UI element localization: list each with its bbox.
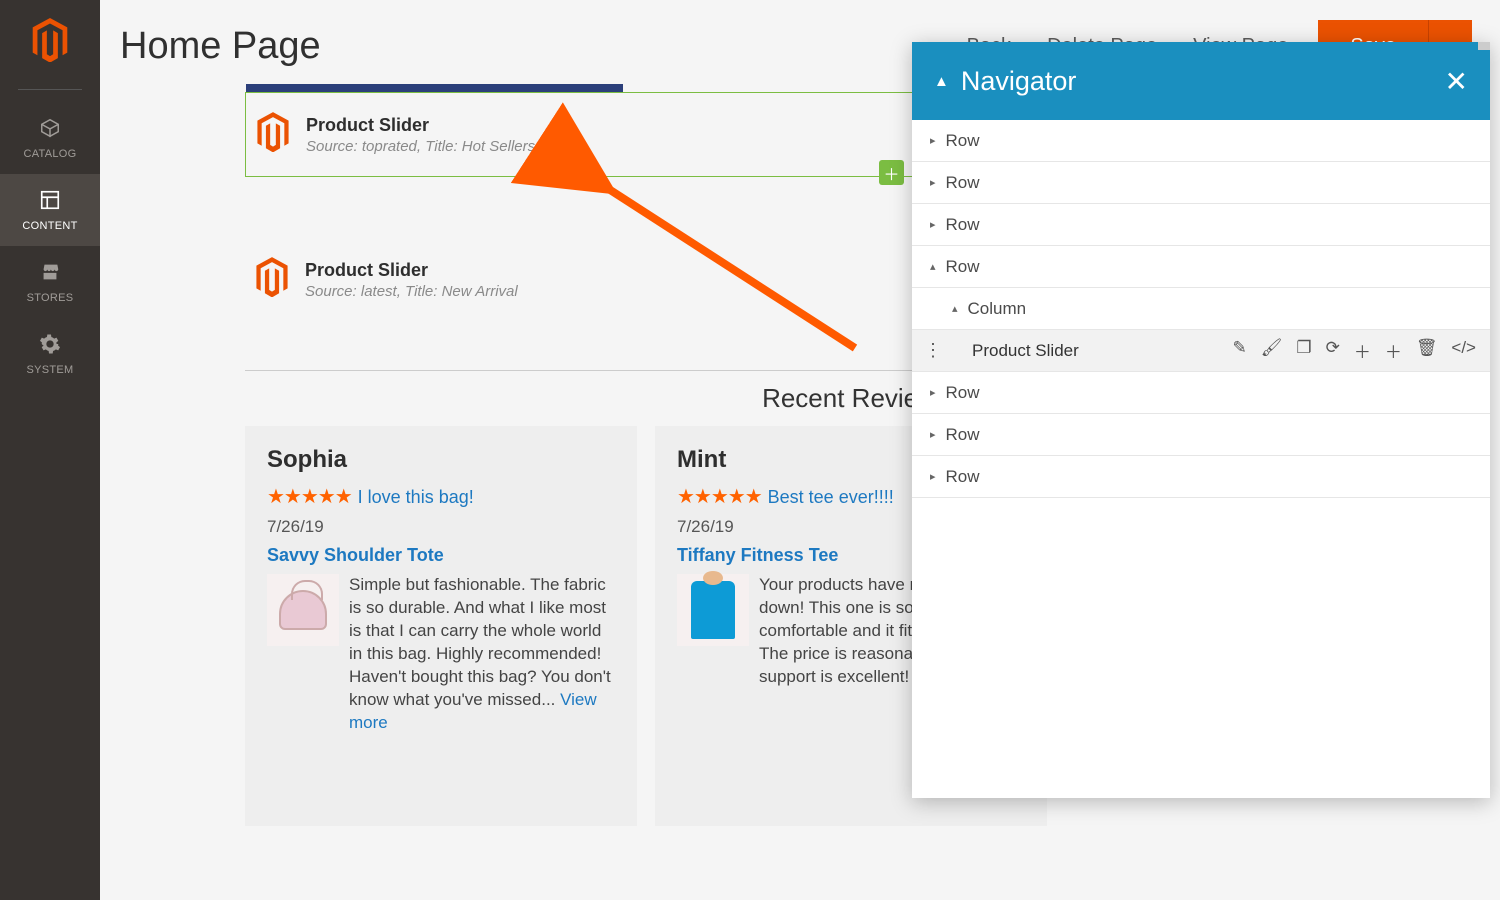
product-thumbnail: [677, 574, 749, 646]
tshirt-icon: [691, 581, 735, 639]
code-icon[interactable]: </>: [1451, 338, 1476, 363]
block-subtitle: Source: toprated, Title: Hot Sellers: [306, 138, 535, 155]
navigator-header[interactable]: ▲ Navigator ✕: [912, 42, 1490, 120]
add-before-icon[interactable]: ＋: [1354, 338, 1371, 363]
tree-row-label: Column: [968, 299, 1027, 319]
block-title: Product Slider: [305, 260, 518, 281]
duplicate-icon[interactable]: ❐: [1296, 338, 1311, 363]
product-thumbnail: [267, 574, 339, 646]
sidebar-item-system[interactable]: SYSTEM: [0, 318, 100, 390]
add-block-button[interactable]: ＋: [879, 160, 904, 185]
collapse-icon[interactable]: ▲: [934, 73, 949, 90]
sidebar-item-stores[interactable]: STORES: [0, 246, 100, 318]
tree-row-row[interactable]: ▸ Row: [912, 162, 1490, 204]
navigator-panel: ▲ Navigator ✕ ▸ Row ▸ Row ▸ Row ▴ Row ▴ Column ⋮ Pr…: [912, 42, 1490, 798]
tree-row-row[interactable]: ▸ Row: [912, 204, 1490, 246]
sidebar-label: STORES: [27, 292, 74, 304]
tree-row-label: Row: [946, 173, 980, 193]
block-title: Product Slider: [306, 115, 535, 136]
caret-icon[interactable]: ▸: [930, 428, 936, 441]
tree-row-label: Product Slider: [972, 341, 1079, 361]
refresh-icon[interactable]: ⟳: [1326, 338, 1340, 363]
caret-icon[interactable]: ▸: [930, 134, 936, 147]
sidebar-label: CATALOG: [23, 148, 76, 160]
block-subtitle: Source: latest, Title: New Arrival: [305, 283, 518, 300]
sidebar-divider: [18, 89, 82, 90]
brush-icon[interactable]: 🖌: [1261, 338, 1283, 363]
close-icon[interactable]: ✕: [1445, 65, 1468, 98]
tree-row-label: Row: [946, 257, 980, 277]
review-card: Sophia ★★★★★ I love this bag! 7/26/19 Sav…: [245, 426, 637, 826]
magento-logo-icon: [31, 18, 69, 67]
tree-row-label: Row: [946, 131, 980, 151]
review-product-link[interactable]: Savvy Shoulder Tote: [267, 545, 615, 566]
drop-indicator: [246, 84, 623, 92]
sidebar-item-content[interactable]: CONTENT: [0, 174, 100, 246]
tree-row-label: Row: [946, 467, 980, 487]
caret-icon[interactable]: ▸: [930, 218, 936, 231]
plus-icon: ＋: [883, 161, 899, 185]
edit-icon[interactable]: ✎: [1232, 338, 1246, 363]
reviewer-name: Sophia: [267, 446, 615, 474]
sidebar-label: SYSTEM: [26, 364, 73, 376]
box-icon: [39, 117, 61, 142]
tree-row-column[interactable]: ▴ Column: [912, 288, 1490, 330]
star-rating-icon: ★★★★★: [677, 486, 762, 508]
review-title[interactable]: I love this bag!: [358, 487, 474, 507]
navigator-title: Navigator: [961, 66, 1433, 97]
page-title: Home Page: [120, 25, 321, 68]
bag-icon: [279, 590, 327, 630]
sidebar-label: CONTENT: [22, 220, 77, 232]
tree-row-label: Row: [946, 425, 980, 445]
caret-icon[interactable]: ▴: [952, 302, 958, 315]
tree-row-row[interactable]: ▸ Row: [912, 456, 1490, 498]
magento-icon: [255, 257, 289, 302]
tree-row-label: Row: [946, 215, 980, 235]
tree-row-row[interactable]: ▴ Row: [912, 246, 1490, 288]
review-title[interactable]: Best tee ever!!!!: [768, 487, 894, 507]
tree-row-row[interactable]: ▸ Row: [912, 120, 1490, 162]
sidebar-item-catalog[interactable]: CATALOG: [0, 102, 100, 174]
store-icon: [39, 261, 61, 286]
caret-icon[interactable]: ▸: [930, 176, 936, 189]
trash-icon[interactable]: 🗑: [1416, 338, 1438, 363]
navigator-tree: ▸ Row ▸ Row ▸ Row ▴ Row ▴ Column ⋮ Product Slider ✎ 🖌…: [912, 120, 1490, 798]
caret-icon[interactable]: ▸: [930, 470, 936, 483]
star-rating-icon: ★★★★★: [267, 486, 352, 508]
admin-sidebar: CATALOG CONTENT STORES SYSTEM: [0, 0, 100, 900]
tree-row-actions: ✎ 🖌 ❐ ⟳ ＋ ＋ 🗑 </>: [1232, 338, 1490, 363]
tree-row-row[interactable]: ▸ Row: [912, 372, 1490, 414]
caret-icon[interactable]: ▴: [930, 260, 936, 273]
tree-row-row[interactable]: ▸ Row: [912, 414, 1490, 456]
drag-handle-icon[interactable]: ⋮: [924, 340, 942, 361]
review-date: 7/26/19: [267, 517, 615, 537]
tree-row-product-slider[interactable]: ⋮ Product Slider ✎ 🖌 ❐ ⟳ ＋ ＋ 🗑 </>: [912, 330, 1490, 372]
tree-row-label: Row: [946, 383, 980, 403]
review-body: Simple but fashionable. The fabric is so…: [349, 575, 611, 709]
add-after-icon[interactable]: ＋: [1385, 338, 1402, 363]
magento-icon: [256, 112, 290, 157]
gear-icon: [39, 333, 61, 358]
caret-icon[interactable]: ▸: [930, 386, 936, 399]
layout-icon: [39, 189, 61, 214]
